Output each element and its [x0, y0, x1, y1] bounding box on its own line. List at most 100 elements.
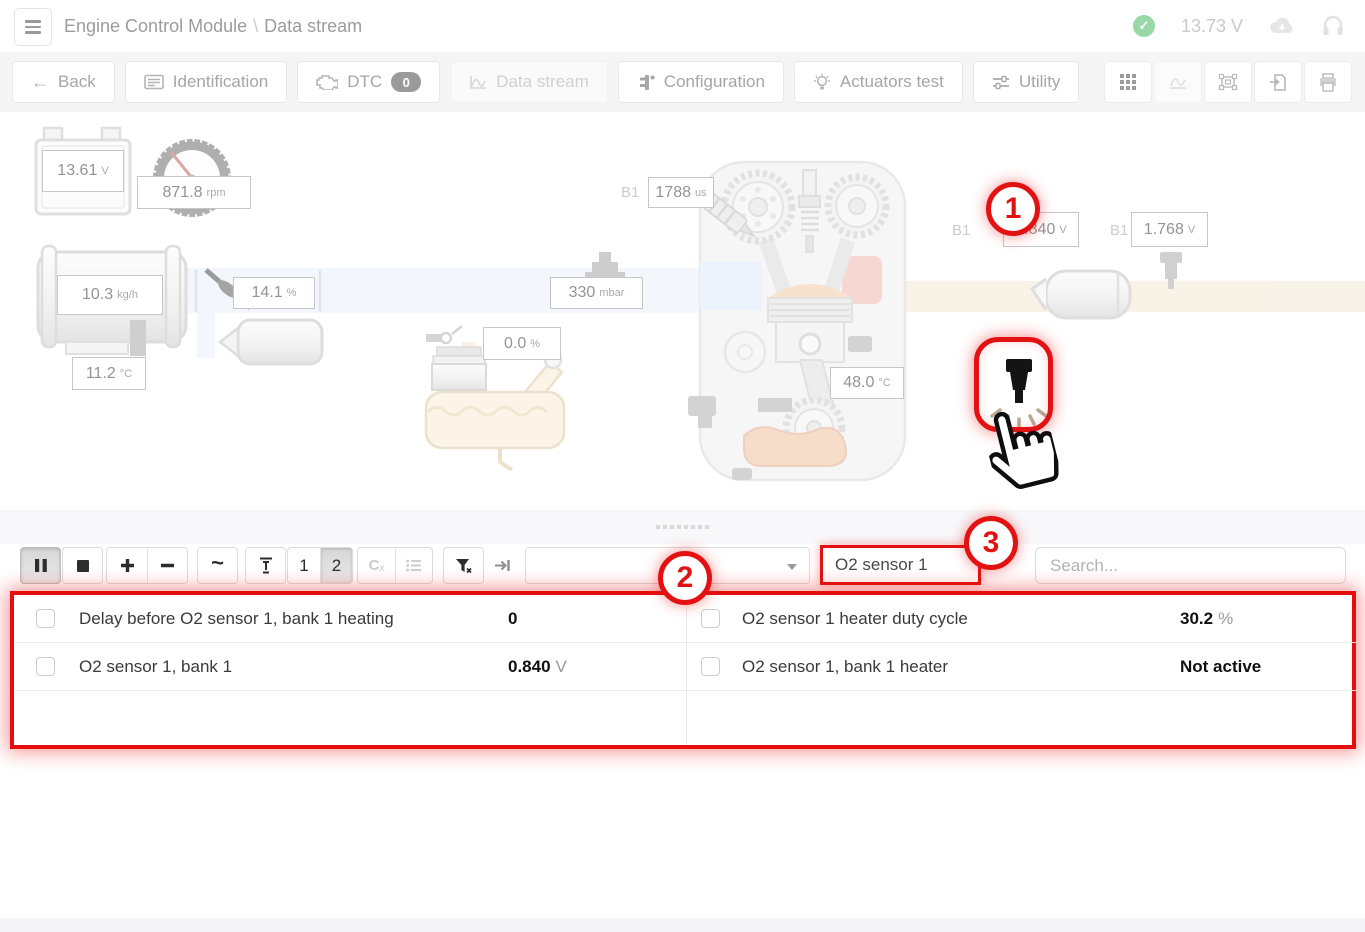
identification-icon	[144, 74, 164, 90]
parameter-label: O2 sensor 1, bank 1 heater	[742, 643, 948, 690]
back-arrow-icon: ←	[31, 72, 49, 93]
status-area: ✓ 13.73 V	[1133, 0, 1345, 52]
intake-temp-box[interactable]: 11.2°C	[72, 357, 146, 390]
row-checkbox[interactable]	[701, 657, 720, 676]
parameter-value: 30.2%	[1180, 595, 1233, 642]
headset-icon[interactable]	[1321, 14, 1345, 38]
row-checkbox[interactable]	[701, 609, 720, 628]
parameter-table: Delay before O2 sensor 1, bank 1 heating…	[10, 591, 1356, 749]
remove-parameter-button[interactable]	[147, 548, 187, 583]
throttle-box[interactable]: 14.1%	[233, 277, 315, 309]
tab-actuators-test[interactable]: Actuators test	[794, 61, 963, 103]
back-label: Back	[58, 72, 96, 92]
table-row[interactable]: O2 sensor 1, bank 1 0.840V	[14, 643, 686, 691]
engine-block-illustration	[688, 162, 905, 480]
annotation-step-3: 3	[964, 516, 1018, 570]
clear-filter-button[interactable]	[443, 547, 484, 584]
print-button[interactable]	[1304, 61, 1352, 103]
grid-view-button[interactable]	[1104, 61, 1152, 103]
coolant-temp-box[interactable]: 48.0°C	[830, 367, 904, 399]
battery-voltage-readout: 13.73 V	[1181, 16, 1243, 37]
tab-utility[interactable]: Utility	[973, 61, 1080, 103]
pause-icon	[34, 558, 48, 573]
idle-valve-illustration	[220, 320, 322, 364]
actuators-test-icon	[813, 73, 831, 91]
tab-configuration[interactable]: Configuration	[618, 61, 784, 103]
purge-box[interactable]: 0.0%	[483, 327, 561, 360]
tab-utility-label: Utility	[1019, 72, 1061, 92]
dtc-count-badge: 0	[391, 72, 421, 92]
maf-box[interactable]: 10.3kg/h	[57, 275, 163, 315]
add-parameter-button[interactable]	[107, 548, 147, 583]
arrow-to-bar-icon	[494, 558, 511, 573]
search-input[interactable]	[1035, 547, 1346, 584]
o2-downstream-bank-label: B1	[1110, 222, 1128, 239]
parameter-label: Delay before O2 sensor 1, bank 1 heating	[79, 595, 394, 642]
pause-button[interactable]	[20, 547, 61, 584]
chart-view-button[interactable]	[1154, 61, 1202, 103]
graph-mode-button[interactable]: ~	[197, 547, 238, 584]
selection-frame-icon	[1218, 73, 1238, 91]
parameter-value: Not active	[1180, 643, 1266, 690]
engine-dtc-icon	[316, 74, 338, 90]
list-icon	[406, 559, 422, 572]
parameter-value: 0	[508, 595, 522, 642]
connection-ok-icon: ✓	[1133, 15, 1155, 37]
clear-selection-button[interactable]: Cx	[358, 548, 395, 583]
utility-sliders-icon	[992, 74, 1010, 91]
splitter-grip[interactable]	[656, 525, 709, 529]
tab-dtc-label: DTC	[347, 72, 382, 92]
annotation-step-2: 2	[658, 551, 712, 605]
row-checkbox[interactable]	[36, 609, 55, 628]
tab-dtc[interactable]: DTC 0	[297, 61, 440, 103]
select-list-button[interactable]	[395, 548, 432, 583]
engine-scheme-illustration	[0, 112, 1365, 510]
engine-scheme: 13.61V 871.8rpm 10.3kg/h 11.2°C 14.1% 33…	[0, 112, 1365, 510]
hamburger-menu-button[interactable]	[14, 8, 52, 46]
battery-voltage-box[interactable]: 13.61V	[42, 150, 124, 192]
chart-line-icon	[1168, 74, 1188, 90]
app-window: Engine Control Module \ Data stream ✓ 13…	[0, 0, 1365, 932]
tab-data-stream[interactable]: Data stream	[450, 61, 608, 103]
configuration-icon	[637, 74, 655, 91]
map-sensor-illustration	[585, 252, 625, 278]
fit-height-icon	[258, 557, 274, 574]
export-button[interactable]	[1254, 61, 1302, 103]
tab-identification-label: Identification	[173, 72, 268, 92]
goto-stream-button[interactable]	[487, 547, 517, 584]
tab-actuators-test-label: Actuators test	[840, 72, 944, 92]
export-file-icon	[1269, 73, 1288, 92]
o2-upstream-bank-label: B1	[952, 222, 970, 239]
injection-bank-label: B1	[621, 184, 639, 201]
pane-splitter	[0, 510, 1365, 544]
scheme-view-button[interactable]	[1204, 61, 1252, 103]
injection-box[interactable]: 1788us	[648, 177, 714, 208]
table-row[interactable]: O2 sensor 1 heater duty cycle 30.2%	[687, 595, 1356, 643]
map-box[interactable]: 330mbar	[550, 277, 643, 309]
filter-clear-icon	[455, 558, 472, 574]
one-column-button[interactable]: 1	[288, 548, 320, 583]
parameter-value: 0.840V	[508, 643, 567, 690]
coolant-tank-illustration	[426, 347, 564, 470]
engine-rpm-box[interactable]: 871.8rpm	[137, 176, 251, 209]
annotation-step-1: 1	[986, 182, 1040, 236]
two-columns-button[interactable]: 2	[320, 548, 352, 583]
view-buttons	[1104, 61, 1352, 103]
data-stream-icon	[469, 75, 487, 90]
tab-configuration-label: Configuration	[664, 72, 765, 92]
tab-identification[interactable]: Identification	[125, 61, 287, 103]
table-row[interactable]: O2 sensor 1, bank 1 heater Not active	[687, 643, 1356, 691]
row-checkbox[interactable]	[36, 657, 55, 676]
chevron-down-icon	[787, 564, 797, 570]
breadcrumb-page: Data stream	[264, 16, 362, 37]
group-filter-input[interactable]	[820, 545, 981, 585]
table-row[interactable]: Delay before O2 sensor 1, bank 1 heating…	[14, 595, 686, 643]
o2-downstream-box[interactable]: 1.768V	[1131, 212, 1208, 247]
zoom-buttons	[106, 547, 188, 584]
fit-height-button[interactable]	[245, 547, 286, 584]
back-button[interactable]: ← Back	[12, 61, 115, 103]
stop-button[interactable]	[62, 547, 103, 584]
minus-icon	[160, 558, 175, 573]
breadcrumb-module: Engine Control Module	[64, 16, 247, 37]
column-count-buttons: 1 2	[287, 547, 353, 584]
